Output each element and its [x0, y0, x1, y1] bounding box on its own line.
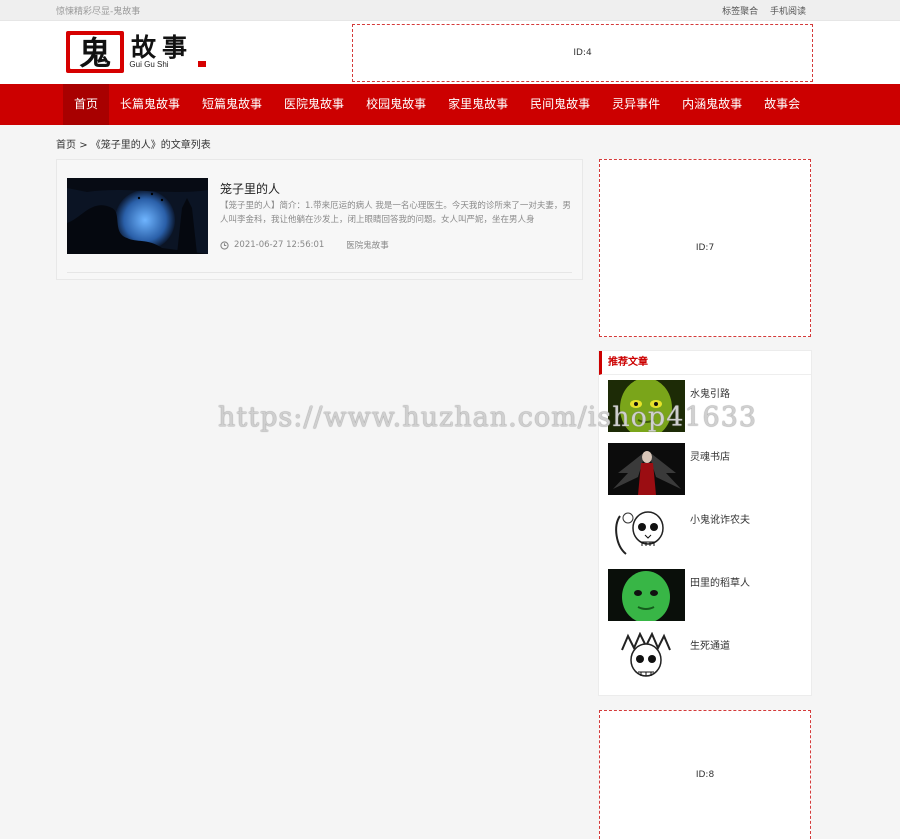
- recommended-name[interactable]: 生死通道: [690, 637, 730, 652]
- recommended-thumbnail[interactable]: [608, 569, 685, 621]
- list-item[interactable]: 小鬼讹诈农夫: [608, 506, 808, 558]
- list-item[interactable]: 田里的稻草人: [608, 569, 808, 621]
- article-title[interactable]: 笼子里的人: [220, 180, 280, 197]
- article-excerpt: 【笼子里的人】简介：1.带来厄运的病人 我是一名心理医生。今天我的诊所来了一对夫…: [220, 201, 571, 225]
- nav-item-campus-stories[interactable]: 校园鬼故事: [355, 84, 437, 125]
- recommended-title: 推荐文章: [599, 351, 811, 375]
- ad-sidebar-2[interactable]: ID:8: [599, 710, 811, 839]
- header: 鬼 故事 Gui Gu Shi ID:4: [0, 21, 900, 84]
- nav-item-long-stories[interactable]: 长篇鬼故事: [109, 84, 191, 125]
- top-links: 标签聚合 手机阅读: [713, 4, 806, 17]
- main-nav: 首页 长篇鬼故事 短篇鬼故事 医院鬼故事 校园鬼故事 家里鬼故事 民间鬼故事 灵…: [0, 84, 900, 125]
- nav-item-connotation-stories[interactable]: 内涵鬼故事: [671, 84, 753, 125]
- article-thumbnail[interactable]: [67, 178, 208, 254]
- watermark-text: https://www.huzhan.com/ishop41633: [218, 402, 758, 433]
- recommended-name[interactable]: 灵魂书店: [690, 448, 730, 463]
- logo-main-rest: 故事: [131, 33, 193, 62]
- nav-item-short-stories[interactable]: 短篇鬼故事: [191, 84, 273, 125]
- clock-icon: [220, 240, 229, 250]
- nav-item-story-club[interactable]: 故事会: [753, 84, 811, 125]
- recommended-thumbnail[interactable]: [608, 632, 685, 684]
- article-list: 笼子里的人 【笼子里的人】简介：1.带来厄运的病人 我是一名心理医生。今天我的诊…: [56, 159, 583, 280]
- breadcrumb-home[interactable]: 首页: [56, 140, 76, 151]
- nav-item-folk-stories[interactable]: 民间鬼故事: [519, 84, 601, 125]
- nav-item-home-stories[interactable]: 家里鬼故事: [437, 84, 519, 125]
- ad-banner-top[interactable]: ID:4: [352, 24, 813, 82]
- site-slogan: 惊悚精彩尽显-鬼故事: [56, 7, 141, 17]
- list-item[interactable]: 灵魂书店: [608, 443, 808, 495]
- list-item: 笼子里的人 【笼子里的人】简介：1.带来厄运的病人 我是一名心理医生。今天我的诊…: [67, 178, 572, 273]
- recommended-thumbnail[interactable]: [608, 506, 685, 558]
- recommended-thumbnail[interactable]: [608, 443, 685, 495]
- logo-sub: Gui Gu Shi: [129, 60, 168, 69]
- recommended-name[interactable]: 田里的稻草人: [690, 574, 750, 589]
- recommended-name[interactable]: 水鬼引路: [690, 385, 730, 400]
- list-item[interactable]: 生死通道: [608, 632, 808, 684]
- breadcrumb-current: 《笼子里的人》的文章列表: [90, 140, 211, 151]
- ad-sidebar-1[interactable]: ID:7: [599, 159, 811, 337]
- recommended-name[interactable]: 小鬼讹诈农夫: [690, 511, 750, 526]
- breadcrumb: 首页 > 《笼子里的人》的文章列表: [56, 136, 211, 151]
- top-bar: 惊悚精彩尽显-鬼故事 标签聚合 手机阅读: [0, 0, 900, 21]
- breadcrumb-separator: >: [79, 140, 88, 151]
- mobile-reading-link[interactable]: 手机阅读: [770, 7, 806, 17]
- tag-aggregation-link[interactable]: 标签聚合: [722, 7, 758, 17]
- article-category[interactable]: 医院鬼故事: [346, 239, 389, 251]
- site-logo[interactable]: 鬼 故事 Gui Gu Shi: [66, 31, 216, 73]
- logo-main-char: 鬼: [79, 34, 111, 72]
- nav-item-home[interactable]: 首页: [63, 84, 110, 125]
- nav-item-supernatural[interactable]: 灵异事件: [601, 84, 671, 125]
- article-datetime: 2021-06-27 12:56:01: [234, 240, 325, 250]
- nav-item-hospital-stories[interactable]: 医院鬼故事: [273, 84, 355, 125]
- article-meta: 2021-06-27 12:56:01 医院鬼故事: [220, 239, 389, 251]
